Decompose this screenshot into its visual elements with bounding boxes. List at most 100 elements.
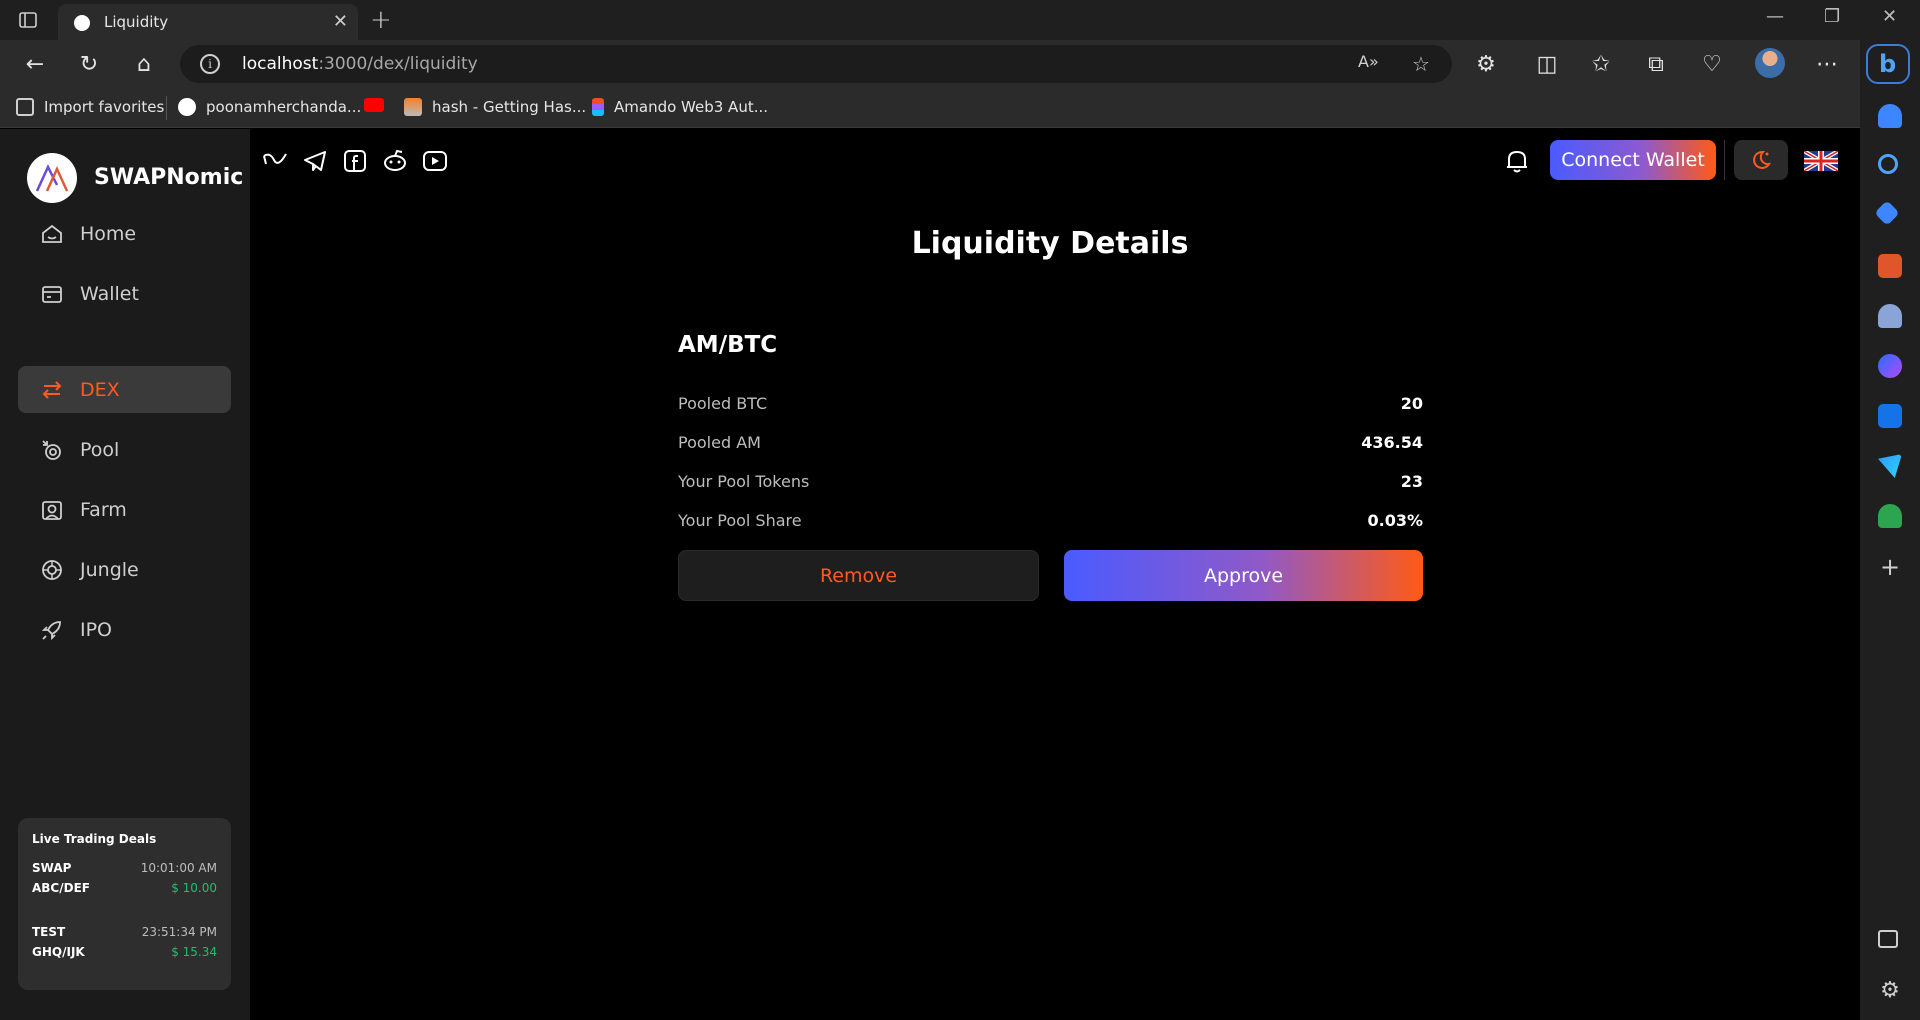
sidebar-item-label: Farm	[80, 499, 127, 521]
extensions-icon[interactable]: ⚙	[1473, 51, 1499, 77]
browser-tab[interactable]: Liquidity ✕	[58, 4, 358, 40]
bookmark-import-favorites[interactable]: Import favorites	[16, 98, 164, 116]
deal-time: 10:01:00 AM	[140, 861, 217, 875]
bookmark-label: Import favorites	[44, 98, 165, 116]
page-title: Liquidity Details	[911, 226, 1189, 261]
live-trading-deals-card: Live Trading Deals SWAP 10:01:00 AM ABC/D…	[18, 818, 231, 990]
header-divider	[1724, 140, 1725, 180]
tab-favicon-icon	[74, 15, 90, 31]
browser-essentials-icon[interactable]: ♡	[1699, 51, 1725, 77]
home-browser-icon[interactable]: ⌂	[131, 51, 157, 77]
notification-icon[interactable]	[1878, 104, 1902, 128]
bookmark-separator	[166, 96, 167, 120]
notification-bell-icon[interactable]	[1502, 146, 1532, 176]
bookmark-figma[interactable]: Amando Web3 Aut...	[592, 98, 768, 116]
refresh-icon[interactable]: ↻	[76, 51, 102, 77]
sidebar-item-wallet[interactable]: Wallet	[18, 270, 231, 317]
app-sidebar: SWAPNomic Home Wallet DEX Pool Farm Jung…	[0, 129, 250, 1020]
games-icon[interactable]	[1878, 304, 1902, 328]
split-screen-icon[interactable]: ◫	[1534, 51, 1560, 77]
sidebar-item-label: IPO	[80, 619, 113, 641]
sidebar-item-jungle[interactable]: Jungle	[18, 546, 231, 593]
collections-icon[interactable]: ⧉	[1643, 51, 1669, 77]
sidebar-toggle-icon[interactable]	[1878, 930, 1898, 948]
site-info-icon[interactable]: i	[200, 54, 220, 74]
url-host: localhost	[242, 54, 319, 74]
deal-name: SWAP	[32, 861, 72, 875]
back-icon[interactable]: ←	[22, 51, 48, 77]
connect-wallet-button[interactable]: Connect Wallet	[1550, 140, 1716, 180]
remove-button[interactable]: Remove	[678, 550, 1039, 601]
telegram-icon[interactable]	[302, 148, 328, 174]
favorites-icon[interactable]: ✩	[1588, 51, 1614, 77]
settings-gear-icon[interactable]: ⚙	[1878, 980, 1902, 1004]
bookmark-stackoverflow[interactable]: hash - Getting Has...	[404, 98, 586, 116]
bookmark-label: poonamherchanda...	[206, 98, 362, 116]
address-bar[interactable]: i localhost:3000/dex/liquidity A» ☆	[180, 45, 1452, 83]
search-icon[interactable]	[1878, 154, 1898, 174]
read-aloud-icon[interactable]: A»	[1358, 52, 1379, 71]
figma-icon	[592, 98, 604, 116]
brand-name: SWAPNomic	[94, 165, 244, 190]
url-path: :3000/dex/liquidity	[318, 54, 478, 74]
theme-toggle-button[interactable]	[1734, 140, 1788, 180]
close-window-icon[interactable]: ✕	[1882, 6, 1897, 27]
github-icon	[178, 98, 196, 116]
pool-icon	[42, 440, 61, 460]
sidebar-item-label: DEX	[80, 379, 120, 401]
action-buttons: Remove Approve	[678, 550, 1423, 601]
send-icon[interactable]	[1878, 454, 1902, 478]
outlook-icon[interactable]	[1878, 404, 1902, 428]
detail-label: Your Pool Share	[678, 511, 802, 530]
add-icon[interactable]: +	[1878, 555, 1902, 580]
sidebar-item-label: Wallet	[80, 283, 139, 305]
new-tab-icon[interactable]: +	[370, 5, 392, 35]
deal-time: 23:51:34 PM	[141, 925, 217, 939]
detail-value: 23	[1400, 472, 1423, 491]
profile-avatar[interactable]	[1755, 48, 1785, 78]
detail-row-pool-share: Your Pool Share 0.03%	[678, 501, 1423, 540]
minimize-icon[interactable]: —	[1766, 6, 1784, 27]
approve-button[interactable]: Approve	[1064, 550, 1423, 601]
detail-value: 436.54	[1361, 433, 1423, 452]
pair-title: AM/BTC	[678, 332, 778, 358]
tree-icon[interactable]	[1878, 504, 1902, 528]
bing-copilot-icon[interactable]: b	[1866, 44, 1910, 84]
rocket-icon	[41, 621, 61, 641]
tab-actions-icon[interactable]	[18, 10, 38, 30]
bookmark-github[interactable]: poonamherchanda...	[178, 98, 361, 116]
copilot-icon[interactable]	[1878, 354, 1902, 378]
deal-price: $ 15.34	[171, 945, 217, 959]
deal-item[interactable]: SWAP 10:01:00 AM ABC/DEF $ 10.00	[32, 858, 217, 898]
facebook-icon[interactable]	[342, 148, 368, 174]
bookmark-label: hash - Getting Has...	[432, 98, 587, 116]
youtube-icon[interactable]	[422, 148, 448, 174]
restore-icon[interactable]: ❐	[1824, 6, 1840, 27]
more-options-icon[interactable]: ⋯	[1814, 51, 1840, 77]
deal-item[interactable]: TEST 23:51:34 PM GHQ/IJK $ 15.34	[32, 922, 217, 962]
sidebar-item-farm[interactable]: Farm	[18, 486, 231, 533]
stackoverflow-icon	[404, 98, 422, 116]
browser-toolbar: ← ↻ ⌂ i localhost:3000/dex/liquidity A» …	[0, 40, 1860, 88]
close-tab-icon[interactable]: ✕	[333, 11, 348, 32]
uk-flag-icon[interactable]	[1804, 151, 1838, 171]
social-links	[262, 148, 448, 174]
deal-pair: GHQ/IJK	[32, 945, 85, 959]
detail-row-pooled-btc: Pooled BTC 20	[678, 384, 1423, 423]
sidebar-item-dex[interactable]: DEX	[18, 366, 231, 413]
tab-title: Liquidity	[104, 13, 169, 31]
favorite-star-icon[interactable]: ☆	[1412, 52, 1430, 76]
edge-sidebar: + ⚙	[1860, 40, 1920, 1020]
brand-logo[interactable]	[27, 153, 77, 203]
sidebar-item-ipo[interactable]: IPO	[18, 606, 231, 653]
sidebar-item-pool[interactable]: Pool	[18, 426, 231, 473]
swap-arrows-icon	[42, 381, 62, 399]
reddit-icon[interactable]	[382, 148, 408, 174]
bookmark-youtube[interactable]	[364, 98, 384, 112]
detail-value: 0.03%	[1367, 511, 1423, 530]
gitbook-icon[interactable]	[262, 148, 288, 174]
youtube-icon	[364, 98, 384, 112]
detail-label: Pooled AM	[678, 433, 761, 452]
detail-row-pool-tokens: Your Pool Tokens 23	[678, 462, 1423, 501]
shopping-icon[interactable]	[1874, 200, 1900, 226]
